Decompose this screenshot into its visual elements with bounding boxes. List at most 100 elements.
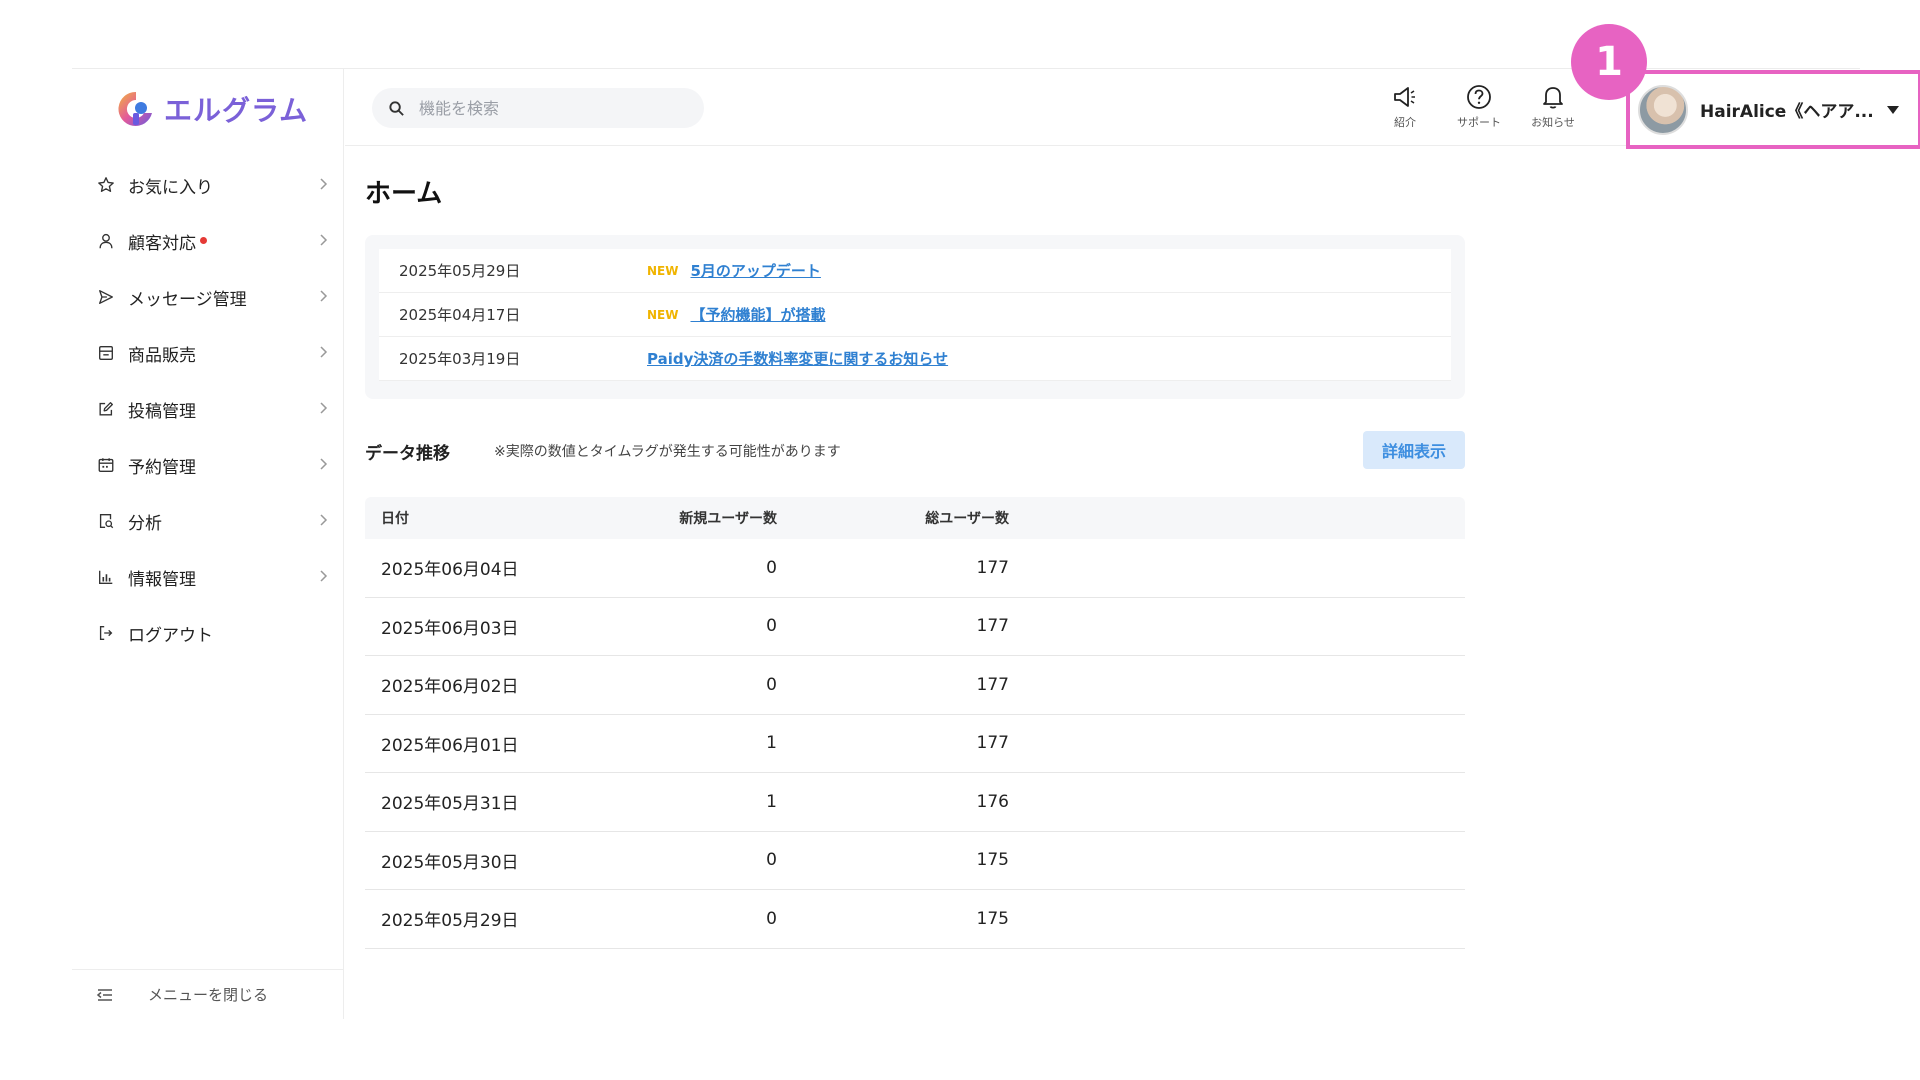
support-button[interactable]: サポート xyxy=(1447,83,1511,135)
sidebar-item-label: 予約管理 xyxy=(128,457,196,478)
new-badge: NEW xyxy=(647,263,679,278)
logo-icon xyxy=(116,89,156,129)
cell-new-users: 1 xyxy=(766,791,777,812)
support-label: サポート xyxy=(1457,116,1501,129)
column-header-new-users: 新規ユーザー数 xyxy=(679,511,777,527)
cell-date: 2025年06月02日 xyxy=(381,677,519,698)
cell-total-users: 176 xyxy=(976,791,1009,812)
news-item: 2025年05月29日 NEW 5月のアップデート xyxy=(379,249,1451,293)
main-content: ホーム 2025年05月29日 NEW 5月のアップデート 2025年04月17… xyxy=(345,147,1860,1018)
sidebar-item-favorites[interactable]: お気に入り xyxy=(72,157,344,213)
menu-close-label: メニューを閉じる xyxy=(148,986,269,1004)
bar-chart-icon xyxy=(96,567,116,587)
table-header: 日付 新規ユーザー数 総ユーザー数 xyxy=(365,497,1465,539)
cell-date: 2025年05月29日 xyxy=(381,911,519,932)
search-icon xyxy=(389,100,404,116)
menu-collapse-icon xyxy=(96,988,112,1001)
sidebar-item-logout[interactable]: ログアウト xyxy=(72,605,344,661)
table-row: 2025年06月01日 1 177 xyxy=(365,715,1465,773)
data-table: 日付 新規ユーザー数 総ユーザー数 2025年06月04日 0 177 2025… xyxy=(365,497,1465,949)
step-number-badge: 1 xyxy=(1571,24,1647,100)
new-badge: NEW xyxy=(647,307,679,322)
chevron-right-icon xyxy=(320,458,328,470)
chevron-right-icon xyxy=(320,570,328,582)
user-name: HairAlice《ヘアア... xyxy=(1700,102,1874,122)
column-header-total-users: 総ユーザー数 xyxy=(925,511,1009,527)
send-icon xyxy=(96,287,116,307)
cell-total-users: 175 xyxy=(976,908,1009,929)
search-bar[interactable] xyxy=(372,88,704,128)
cell-new-users: 1 xyxy=(766,733,777,754)
sidebar-item-messages[interactable]: メッセージ管理 xyxy=(72,269,344,325)
cell-total-users: 177 xyxy=(976,674,1009,695)
detail-view-button[interactable]: 詳細表示 xyxy=(1363,431,1465,469)
news-date: 2025年04月17日 xyxy=(399,306,521,324)
sidebar-item-analytics[interactable]: 分析 xyxy=(72,493,344,549)
calendar-icon xyxy=(96,455,116,475)
sidebar-nav: お気に入り 顧客対応 メッセージ管理 商品販売 投稿管理 予約管理 分析 情報管… xyxy=(72,157,344,661)
sidebar-item-label: お気に入り xyxy=(128,177,213,198)
person-icon xyxy=(96,231,116,251)
news-link[interactable]: 【予約機能】が搭載 xyxy=(690,304,825,325)
news-list: 2025年05月29日 NEW 5月のアップデート 2025年04月17日 NE… xyxy=(379,249,1451,381)
chevron-right-icon xyxy=(320,290,328,302)
cell-new-users: 0 xyxy=(766,616,777,637)
referral-button[interactable]: 紹介 xyxy=(1373,83,1437,135)
cell-date: 2025年05月30日 xyxy=(381,852,519,873)
news-link[interactable]: 5月のアップデート xyxy=(690,260,820,281)
bell-icon xyxy=(1543,87,1563,109)
cell-total-users: 177 xyxy=(976,616,1009,637)
report-icon xyxy=(96,511,116,531)
chevron-right-icon xyxy=(320,346,328,358)
cell-new-users: 0 xyxy=(766,850,777,871)
sidebar-item-label: メッセージ管理 xyxy=(128,289,247,310)
notification-dot xyxy=(200,237,207,244)
sidebar-item-posts[interactable]: 投稿管理 xyxy=(72,381,344,437)
help-circle-icon xyxy=(1467,85,1491,109)
cell-date: 2025年06月03日 xyxy=(381,618,519,639)
chevron-right-icon xyxy=(320,402,328,414)
chevron-right-icon xyxy=(320,178,328,190)
star-icon xyxy=(96,175,116,195)
store-icon xyxy=(96,343,116,363)
cell-total-users: 177 xyxy=(976,733,1009,754)
sidebar-item-reservations[interactable]: 予約管理 xyxy=(72,437,344,493)
cell-total-users: 177 xyxy=(976,557,1009,578)
cell-date: 2025年06月04日 xyxy=(381,560,519,581)
cell-date: 2025年05月31日 xyxy=(381,794,519,815)
sidebar-item-products[interactable]: 商品販売 xyxy=(72,325,344,381)
section-title: データ推移 xyxy=(365,443,450,464)
news-date: 2025年03月19日 xyxy=(399,350,521,368)
sidebar-item-label: 情報管理 xyxy=(128,569,196,590)
table-row: 2025年05月31日 1 176 xyxy=(365,773,1465,832)
data-trend-header: データ推移 ※実際の数値とタイムラグが発生する可能性があります 詳細表示 xyxy=(365,431,1465,471)
news-link[interactable]: Paidy決済の手数料率変更に関するお知らせ xyxy=(647,348,948,369)
table-row: 2025年06月04日 0 177 xyxy=(365,539,1465,598)
sidebar-item-info[interactable]: 情報管理 xyxy=(72,549,344,605)
logo[interactable]: エルグラム xyxy=(116,87,308,131)
sidebar-item-customer[interactable]: 顧客対応 xyxy=(72,213,344,269)
cell-new-users: 0 xyxy=(766,557,777,578)
cell-new-users: 0 xyxy=(766,908,777,929)
column-header-date: 日付 xyxy=(381,511,409,527)
menu-close-button[interactable]: メニューを閉じる xyxy=(72,969,344,1019)
page-title: ホーム xyxy=(365,179,443,209)
referral-label: 紹介 xyxy=(1394,116,1416,129)
table-row: 2025年06月02日 0 177 xyxy=(365,656,1465,715)
news-item: 2025年03月19日 Paidy決済の手数料率変更に関するお知らせ xyxy=(379,337,1451,381)
brand-name: エルグラム xyxy=(164,94,309,127)
cell-new-users: 0 xyxy=(766,674,777,695)
sidebar-item-label: 投稿管理 xyxy=(128,401,196,422)
megaphone-icon xyxy=(1394,87,1415,107)
news-panel: 2025年05月29日 NEW 5月のアップデート 2025年04月17日 NE… xyxy=(365,235,1465,399)
notifications-button[interactable]: お知らせ xyxy=(1521,83,1585,135)
cell-total-users: 175 xyxy=(976,850,1009,871)
table-row: 2025年05月30日 0 175 xyxy=(365,832,1465,890)
caret-down-icon xyxy=(1886,105,1899,114)
cell-date: 2025年06月01日 xyxy=(381,735,519,756)
edit-icon xyxy=(96,399,116,419)
table-row: 2025年06月03日 0 177 xyxy=(365,598,1465,656)
data-note: ※実際の数値とタイムラグが発生する可能性があります xyxy=(494,444,841,460)
search-input[interactable] xyxy=(419,98,679,118)
account-menu-button[interactable]: HairAlice《ヘアア... xyxy=(1626,70,1920,149)
